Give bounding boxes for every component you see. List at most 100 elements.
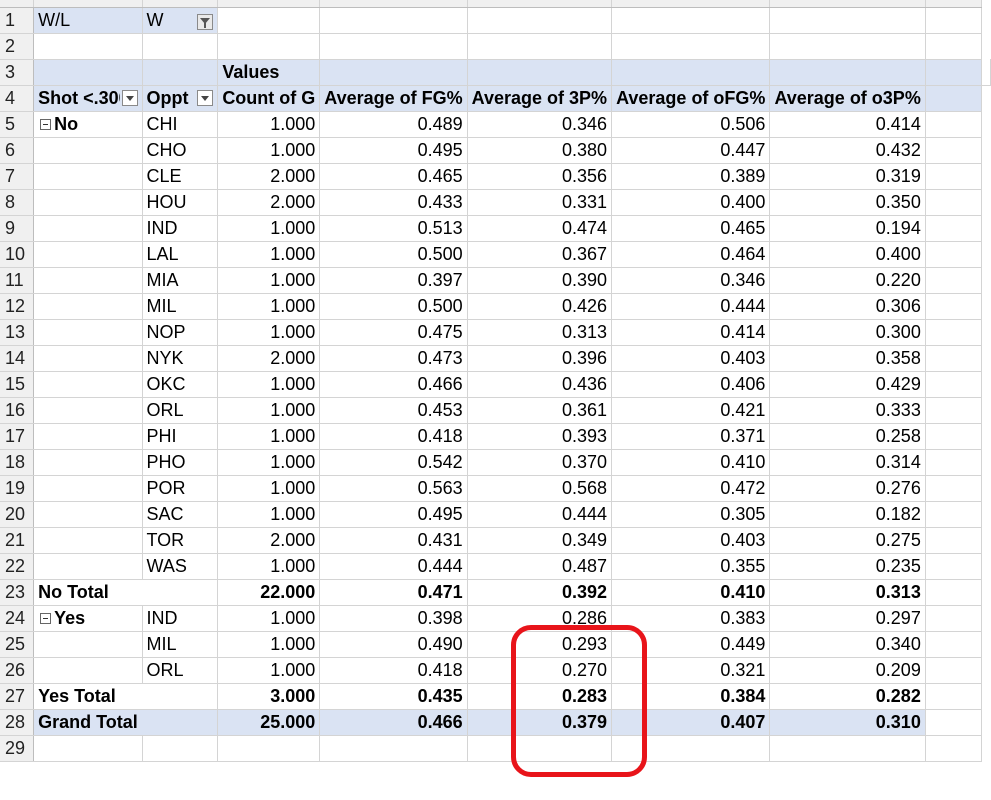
ofg-cell[interactable]: 0.371 xyxy=(611,423,771,450)
fg-cell[interactable]: 0.473 xyxy=(319,345,468,372)
oppt-cell[interactable]: CLE xyxy=(142,163,219,190)
count-cell[interactable]: 1.000 xyxy=(217,553,321,580)
row-header[interactable]: 18 xyxy=(0,449,35,476)
cell[interactable] xyxy=(142,735,219,762)
row-header[interactable]: 13 xyxy=(0,319,35,346)
fg-cell[interactable]: 0.418 xyxy=(319,657,468,684)
o3p-cell[interactable]: 0.400 xyxy=(769,241,926,268)
o3p-cell[interactable]: 0.182 xyxy=(769,501,926,528)
cell[interactable] xyxy=(925,371,983,398)
three-p-cell[interactable]: 0.568 xyxy=(467,475,613,502)
cell[interactable] xyxy=(925,553,983,580)
cell[interactable] xyxy=(925,397,983,424)
o3p-cell[interactable]: 0.235 xyxy=(769,553,926,580)
row-header[interactable]: 21 xyxy=(0,527,35,554)
fg-cell[interactable]: 0.500 xyxy=(319,293,468,320)
filter-field-label[interactable]: W/L xyxy=(33,7,143,34)
cell[interactable] xyxy=(33,33,143,60)
row-header[interactable]: 16 xyxy=(0,397,35,424)
collapse-icon[interactable] xyxy=(40,119,52,131)
cell[interactable] xyxy=(33,59,143,86)
fg-cell[interactable]: 0.431 xyxy=(319,527,468,554)
cell[interactable] xyxy=(33,501,143,528)
row-header[interactable]: 29 xyxy=(0,735,35,762)
total-count-cell[interactable]: 3.000 xyxy=(217,682,321,710)
count-cell[interactable]: 2.000 xyxy=(217,189,321,216)
cell[interactable] xyxy=(925,137,983,164)
count-cell[interactable]: 1.000 xyxy=(217,371,321,398)
o3p-cell[interactable]: 0.306 xyxy=(769,293,926,320)
ofg-cell[interactable]: 0.410 xyxy=(611,449,771,476)
three-p-cell[interactable]: 0.367 xyxy=(467,241,613,268)
fg-cell[interactable]: 0.513 xyxy=(319,215,468,242)
cell[interactable] xyxy=(33,371,143,398)
count-cell[interactable]: 1.000 xyxy=(217,501,321,528)
three-p-cell[interactable]: 0.370 xyxy=(467,449,613,476)
three-p-cell[interactable]: 0.313 xyxy=(467,319,613,346)
ofg-cell[interactable]: 0.506 xyxy=(611,111,771,138)
row-header[interactable]: 25 xyxy=(0,631,35,658)
cell[interactable] xyxy=(33,345,143,372)
o3p-cell[interactable]: 0.276 xyxy=(769,475,926,502)
three-p-cell[interactable]: 0.444 xyxy=(467,501,613,528)
cell[interactable] xyxy=(33,397,143,424)
row-header[interactable]: 7 xyxy=(0,163,35,190)
row-header[interactable]: 3 xyxy=(0,59,35,86)
ofg-cell[interactable]: 0.406 xyxy=(611,371,771,398)
total-ofg-cell[interactable]: 0.410 xyxy=(611,578,771,606)
cell[interactable] xyxy=(925,449,983,476)
row-header[interactable]: 5 xyxy=(0,111,35,138)
three-p-cell[interactable]: 0.390 xyxy=(467,267,613,294)
filter-funnel-icon[interactable] xyxy=(197,13,214,30)
fg-cell[interactable]: 0.495 xyxy=(319,501,468,528)
cell[interactable] xyxy=(33,553,143,580)
ofg-cell[interactable]: 0.346 xyxy=(611,267,771,294)
three-p-cell[interactable]: 0.346 xyxy=(467,111,613,138)
total-fg-cell[interactable]: 0.466 xyxy=(319,708,468,736)
total-o3p-cell[interactable]: 0.313 xyxy=(769,578,926,606)
oppt-cell[interactable]: PHI xyxy=(142,423,219,450)
three-p-cell[interactable]: 0.396 xyxy=(467,345,613,372)
column-header[interactable] xyxy=(33,0,143,8)
column-header[interactable] xyxy=(319,0,468,8)
ofg-cell[interactable]: 0.414 xyxy=(611,319,771,346)
cell[interactable] xyxy=(33,293,143,320)
cell[interactable] xyxy=(925,605,983,632)
oppt-cell[interactable]: ORL xyxy=(142,657,219,684)
cell[interactable] xyxy=(925,85,983,112)
total-ofg-cell[interactable]: 0.407 xyxy=(611,708,771,736)
row-header[interactable]: 11 xyxy=(0,267,35,294)
values-caption[interactable]: Values xyxy=(217,59,321,86)
three-p-cell[interactable]: 0.487 xyxy=(467,553,613,580)
o3p-cell[interactable]: 0.358 xyxy=(769,345,926,372)
ofg-cell[interactable]: 0.355 xyxy=(611,553,771,580)
row-header[interactable]: 17 xyxy=(0,423,35,450)
header-avg-fg[interactable]: Average of FG% xyxy=(319,85,468,112)
oppt-cell[interactable]: IND xyxy=(142,604,219,632)
row-header[interactable]: 9 xyxy=(0,215,35,242)
cell[interactable] xyxy=(925,527,983,554)
o3p-cell[interactable]: 0.333 xyxy=(769,397,926,424)
column-header[interactable] xyxy=(769,0,926,8)
total-label[interactable]: No Total xyxy=(33,578,219,606)
total-fg-cell[interactable]: 0.435 xyxy=(319,682,468,710)
count-cell[interactable]: 1.000 xyxy=(217,319,321,346)
oppt-cell[interactable]: CHI xyxy=(142,111,219,138)
oppt-cell[interactable]: HOU xyxy=(142,189,219,216)
group-label[interactable]: No xyxy=(33,111,143,138)
total-label[interactable]: Yes Total xyxy=(33,682,219,710)
cell[interactable] xyxy=(769,7,926,34)
cell[interactable] xyxy=(925,345,983,372)
count-cell[interactable]: 2.000 xyxy=(217,527,321,554)
cell[interactable] xyxy=(33,631,143,658)
cell[interactable] xyxy=(769,735,926,762)
cell[interactable] xyxy=(925,735,983,762)
o3p-cell[interactable]: 0.340 xyxy=(769,631,926,658)
o3p-cell[interactable]: 0.220 xyxy=(769,267,926,294)
header-count[interactable]: Count of G xyxy=(217,85,321,112)
fg-cell[interactable]: 0.490 xyxy=(319,631,468,658)
cell[interactable] xyxy=(33,475,143,502)
cell[interactable] xyxy=(611,735,771,762)
header-avg-ofg[interactable]: Average of oFG% xyxy=(611,85,771,112)
count-cell[interactable]: 1.000 xyxy=(217,215,321,242)
